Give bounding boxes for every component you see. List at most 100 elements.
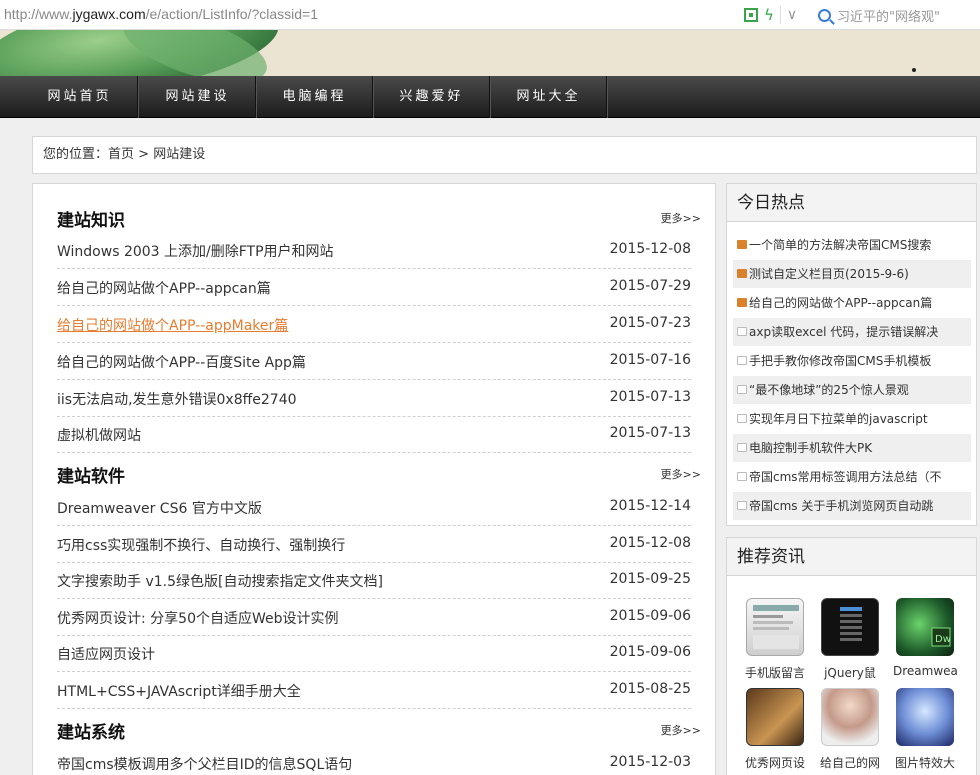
url-prefix: http://www. [4,6,73,22]
hot-item[interactable]: axp读取excel 代码，提示错误解决 [733,318,971,346]
item-title[interactable]: 虚拟机做网站 [57,425,141,445]
list-icon [737,501,747,510]
lightning-icon[interactable]: ϟ [764,6,774,24]
list-item[interactable]: 巧用css实现强制不换行、自动换行、强制换行 2015-12-08 [57,527,691,563]
nav-item-programming[interactable]: 电脑编程 [257,76,373,118]
item-title[interactable]: 给自己的网站做个APP--百度Site App篇 [57,352,306,372]
list-item[interactable]: 帝国cms模板调用多个父栏目ID的信息SQL语句 2015-12-03 [57,746,691,775]
browser-search-box[interactable]: 习近平的"网络观" [818,5,980,25]
list-item[interactable]: Dreamweaver CS6 官方中文版 2015-12-14 [57,490,691,526]
item-title[interactable]: iis无法启动,发生意外错误0x8ffe2740 [57,389,297,409]
recommend-tile[interactable]: Dw Dreamweaver [893,598,957,678]
list-item[interactable]: 文字搜索助手 v1.5绿色版[自动搜索指定文件夹文档] 2015-09-25 [57,563,691,599]
list-item[interactable]: Windows 2003 上添加/删除FTP用户和网站 2015-12-08 [57,233,691,269]
tile-caption[interactable]: 给自己的网 [818,754,882,771]
list-icon [737,443,747,452]
item-title[interactable]: Dreamweaver CS6 官方中文版 [57,498,262,518]
list-item[interactable]: 给自己的网站做个APP--百度Site App篇 2015-07-16 [57,344,691,380]
thumbnail-image[interactable] [896,688,954,746]
item-date: 2015-08-25 [609,681,691,697]
list-item[interactable]: 给自己的网站做个APP--appMaker篇 2015-07-23 [57,307,691,343]
item-title[interactable]: 帝国cms模板调用多个父栏目ID的信息SQL语句 [57,754,352,774]
address-url[interactable]: http://www.jygawx.com/e/action/ListInfo/… [4,6,318,22]
thumbnail-image[interactable]: Dw [896,598,954,656]
hot-item-label[interactable]: 帝国cms 关于手机浏览网页自动跳 [749,499,933,513]
list-icon [737,414,747,423]
item-date: 2015-09-06 [609,644,691,660]
hot-item[interactable]: 测试自定义栏目页(2015-9-6) [733,260,971,288]
thumbnail-image[interactable] [746,598,804,656]
breadcrumb-prefix: 您的位置： [43,147,109,162]
recommend-tile[interactable]: 手机版留言 [743,598,807,681]
hot-item-label[interactable]: 电脑控制手机软件大PK [749,441,872,455]
hot-item[interactable]: 一个简单的方法解决帝国CMS搜索 [733,231,971,259]
tile-caption[interactable]: Dreamweaver [893,664,957,678]
hot-item-label[interactable]: 测试自定义栏目页(2015-9-6) [749,267,909,281]
item-title[interactable]: HTML+CSS+JAVAscript详细手册大全 [57,681,301,701]
item-title[interactable]: 文字搜索助手 v1.5绿色版[自动搜索指定文件夹文档] [57,571,383,591]
recommend-tile[interactable]: 给自己的网 [818,688,882,771]
section-title: 建站系统 [57,723,125,743]
more-link[interactable]: 更多>> [661,722,701,738]
item-title[interactable]: 给自己的网站做个APP--appcan篇 [57,278,271,298]
site-banner [0,30,980,76]
nav-item-home[interactable]: 网站首页 [22,76,138,118]
hot-item[interactable]: 帝国cms 关于手机浏览网页自动跳 [733,492,971,520]
nav-item-hobbies[interactable]: 兴趣爱好 [374,76,490,118]
tile-caption[interactable]: 优秀网页设 [743,754,807,771]
hot-item[interactable]: 给自己的网站做个APP--appcan篇 [733,289,971,317]
nav-item-web-building[interactable]: 网站建设 [140,76,256,118]
hot-item-label[interactable]: 手把手教你修改帝国CMS手机模板 [749,354,931,368]
hot-item-label[interactable]: 帝国cms常用标签调用方法总结（不 [749,470,942,484]
hot-icon [737,298,747,307]
item-title[interactable]: 优秀网页设计: 分享50个自适应Web设计实例 [57,608,339,628]
breadcrumb-home-link[interactable]: 首页 [108,147,134,162]
recommend-tile[interactable]: jQuery鼠 [818,598,882,681]
list-item[interactable]: 虚拟机做网站 2015-07-13 [57,417,691,453]
list-item[interactable]: 优秀网页设计: 分享50个自适应Web设计实例 2015-09-06 [57,600,691,636]
hot-item-label[interactable]: 实现年月日下拉菜单的javascript [749,412,928,426]
hot-item[interactable]: 实现年月日下拉菜单的javascript [733,405,971,433]
thumbnail-image[interactable] [746,688,804,746]
search-icon[interactable] [818,8,831,22]
more-link[interactable]: 更多>> [661,210,701,226]
list-item[interactable]: 自适应网页设计 2015-09-06 [57,636,691,672]
hot-item-label[interactable]: 给自己的网站做个APP--appcan篇 [749,296,932,310]
item-title[interactable]: Windows 2003 上添加/删除FTP用户和网站 [57,241,334,261]
hot-item[interactable]: 电脑控制手机软件大PK [733,434,971,462]
item-title[interactable]: 自适应网页设计 [57,644,155,664]
item-title-hover[interactable]: 给自己的网站做个APP--appMaker篇 [57,315,288,335]
list-item[interactable]: HTML+CSS+JAVAscript详细手册大全 2015-08-25 [57,673,691,709]
browser-address-bar[interactable]: http://www.jygawx.com/e/action/ListInfo/… [0,0,980,30]
hot-item-label[interactable]: “最不像地球”的25个惊人景观 [749,383,909,397]
list-item[interactable]: 给自己的网站做个APP--appcan篇 2015-07-29 [57,270,691,306]
thumbnail-image[interactable] [821,688,879,746]
more-link[interactable]: 更多>> [661,466,701,482]
recommend-tile[interactable]: 优秀网页设 [743,688,807,771]
search-hint: 习近平的"网络观" [837,9,940,25]
url-path: /e/action/ListInfo/?classid=1 [145,6,318,22]
list-item[interactable]: iis无法启动,发生意外错误0x8ffe2740 2015-07-13 [57,381,691,417]
tile-caption[interactable]: jQuery鼠 [818,664,882,681]
recommend-tile[interactable]: 图片特效大 [893,688,957,771]
item-date: 2015-12-08 [609,535,691,551]
item-title[interactable]: 巧用css实现强制不换行、自动换行、强制换行 [57,535,345,555]
item-date: 2015-07-16 [609,352,691,368]
chevron-down-icon[interactable]: ∨ [787,6,797,24]
hot-item[interactable]: 帝国cms常用标签调用方法总结（不 [733,463,971,491]
tile-caption[interactable]: 手机版留言 [743,664,807,681]
hot-panel: 今日热点 一个简单的方法解决帝国CMS搜索 测试自定义栏目页(2015-9-6)… [726,183,977,526]
hot-item-label[interactable]: axp读取excel 代码，提示错误解决 [749,325,938,339]
item-date: 2015-07-13 [609,425,691,441]
item-date: 2015-07-23 [609,315,691,331]
hot-item[interactable]: “最不像地球”的25个惊人景观 [733,376,971,404]
hot-item[interactable]: 手把手教你修改帝国CMS手机模板 [733,347,971,375]
hot-item-label[interactable]: 一个简单的方法解决帝国CMS搜索 [749,238,931,252]
thumbnail-image[interactable] [821,598,879,656]
recommend-panel: 推荐资讯 手机版留言 jQuery鼠 Dw Dreamweaver 优秀网页设 … [726,537,977,775]
nav-item-directory[interactable]: 网址大全 [491,76,607,118]
qr-code-icon[interactable] [744,8,758,22]
tile-caption[interactable]: 图片特效大 [893,754,957,771]
breadcrumb-current[interactable]: 网站建设 [153,147,205,162]
banner-dot [912,68,916,72]
